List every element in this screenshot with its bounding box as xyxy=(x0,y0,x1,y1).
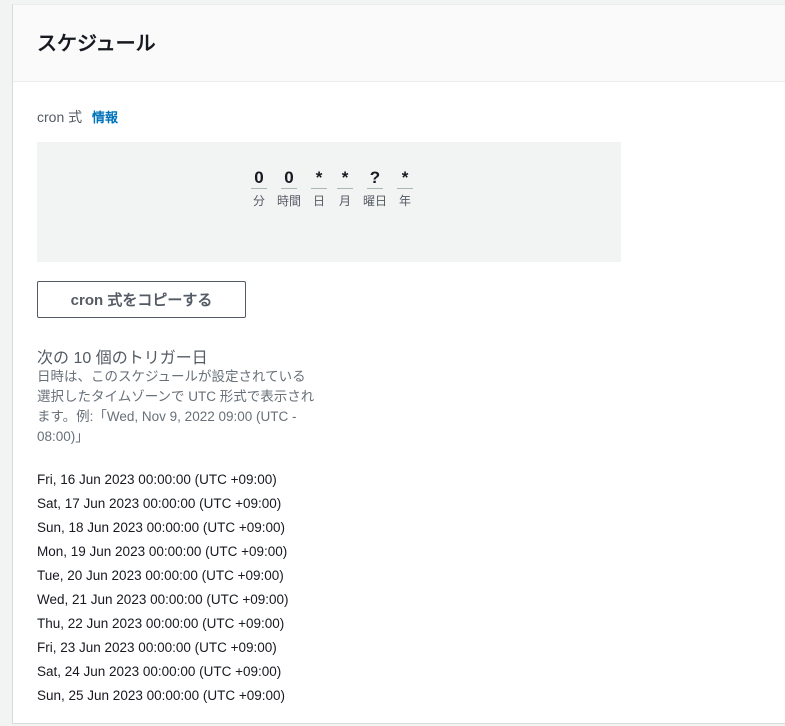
field-value: 0 xyxy=(280,168,297,189)
cron-label-row: cron 式 情報 xyxy=(37,107,118,127)
field-unit: 時間 xyxy=(276,194,301,208)
list-item: Fri, 23 Jun 2023 00:00:00 (UTC +09:00) xyxy=(37,640,277,655)
cron-fields: 0分 0 時間 * 日 * 月 ? 曜日 * 年 xyxy=(37,168,621,209)
cron-field-month: * 月 xyxy=(337,168,353,209)
field-value: ? xyxy=(367,168,383,189)
field-unit: 分 xyxy=(252,194,265,208)
page-title: スケジュール xyxy=(37,33,156,55)
list-item: Wed, 21 Jun 2023 00:00:00 (UTC +09:00) xyxy=(37,592,289,607)
field-unit: 日 xyxy=(312,194,325,208)
cron-field-hour: 0 時間 xyxy=(277,168,301,209)
field-value: * xyxy=(311,168,327,189)
list-item: Sun, 25 Jun 2023 00:00:00 (UTC +09:00) xyxy=(37,688,286,703)
field-value: * xyxy=(397,168,414,189)
list-item: Tue, 20 Jun 2023 00:00:00 (UTC +09:00) xyxy=(37,568,284,583)
copy-cron-button[interactable]: cron 式をコピーする xyxy=(37,281,246,318)
list-item: Fri, 16 Jun 2023 00:00:00 (UTC +09:00) xyxy=(37,472,277,487)
cron-field-day: * 日 xyxy=(311,168,327,209)
field-unit: 曜日 xyxy=(363,194,388,208)
list-item: Sun, 18 Jun 2023 00:00:00 (UTC +09:00) xyxy=(37,520,286,535)
list-item: Mon, 19 Jun 2023 00:00:00 (UTC +09:00) xyxy=(37,544,288,559)
schedule-panel: スケジュール cron 式 情報 0分 0 時間 * 日 * 月 ? 曜日 * 年 cro… xyxy=(12,4,785,724)
next-triggers-title: 次の 10 個のトリガー日 xyxy=(37,350,208,367)
cron-field-minute: 0分 xyxy=(250,168,267,209)
next-triggers-description: 日時は、このスケジュールが設定されている選択したタイムゾーンで UTC 形式で表… xyxy=(37,369,315,444)
cron-expression-display: 0分 0 時間 * 日 * 月 ? 曜日 * 年 xyxy=(37,142,621,262)
field-unit: 月 xyxy=(338,194,351,208)
field-value: 0 xyxy=(250,168,267,189)
list-item: Sat, 17 Jun 2023 00:00:00 (UTC +09:00) xyxy=(37,496,282,511)
panel-header: スケジュール xyxy=(13,5,785,82)
field-unit: 年 xyxy=(399,194,412,208)
trigger-date-list: Fri, 16 Jun 2023 00:00:00 (UTC +09:00) S… xyxy=(37,468,289,708)
list-item: Thu, 22 Jun 2023 00:00:00 (UTC +09:00) xyxy=(37,616,285,631)
list-item: Sat, 24 Jun 2023 00:00:00 (UTC +09:00) xyxy=(37,664,282,679)
cron-field-weekday: ? 曜日 xyxy=(363,168,387,209)
field-value: * xyxy=(337,168,353,189)
cron-field-year: * 年 xyxy=(397,168,414,209)
info-link[interactable]: 情報 xyxy=(92,110,118,125)
cron-label: cron 式 xyxy=(37,109,83,125)
